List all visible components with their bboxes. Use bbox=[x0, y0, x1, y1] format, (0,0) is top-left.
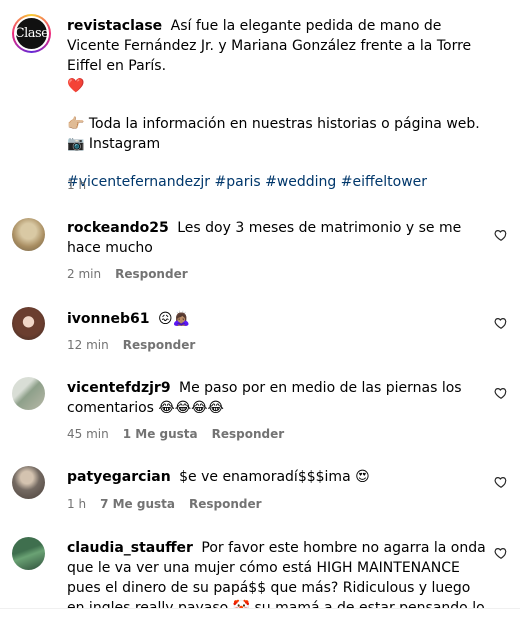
comment-list-bottom-edge bbox=[0, 608, 520, 621]
comment-time: 45 min bbox=[67, 427, 109, 441]
heart-outline-icon[interactable] bbox=[494, 228, 508, 242]
comment-time: 1 h bbox=[67, 497, 87, 511]
caption-heart: ❤️ bbox=[67, 78, 85, 94]
comment-meta: 12 min Responder bbox=[67, 338, 195, 352]
reply-button[interactable]: Responder bbox=[212, 427, 285, 441]
commenter-avatar[interactable] bbox=[12, 377, 45, 410]
comment-username[interactable]: ivonneb61 bbox=[67, 311, 149, 327]
avatar-ring: Clase bbox=[14, 16, 49, 51]
commenter-avatar[interactable] bbox=[12, 218, 45, 251]
comment-body: rockeando25 Les doy 3 meses de matrimoni… bbox=[67, 218, 490, 258]
heart-outline-icon[interactable] bbox=[494, 475, 508, 489]
comment-body: vicentefdzjr9 Me paso por en medio de la… bbox=[67, 378, 490, 418]
comment-username[interactable]: rockeando25 bbox=[67, 220, 169, 236]
post-author-username[interactable]: revistaclase bbox=[67, 18, 162, 34]
comment-time: 12 min bbox=[67, 338, 109, 352]
reply-button[interactable]: Responder bbox=[115, 267, 188, 281]
heart-outline-icon[interactable] bbox=[494, 316, 508, 330]
post-author-avatar[interactable]: Clase bbox=[12, 14, 51, 53]
comment-text: 😖🙇🏽‍♀️ bbox=[157, 311, 190, 327]
caption-spacer-2 bbox=[67, 154, 490, 172]
caption-info-line: 👉🏼 Toda la información en nuestras histo… bbox=[67, 116, 480, 132]
post-caption: revistaclase Así fue la elegante pedida … bbox=[67, 16, 490, 192]
caption-instagram-line: 📷 Instagram bbox=[67, 136, 161, 152]
commenter-avatar[interactable] bbox=[12, 466, 45, 499]
commenter-avatar[interactable] bbox=[12, 307, 45, 340]
heart-outline-icon[interactable] bbox=[494, 386, 508, 400]
avatar-logo: Clase bbox=[15, 18, 49, 49]
comment-username[interactable]: vicentefdzjr9 bbox=[67, 380, 171, 396]
post-time: 1 h bbox=[67, 178, 87, 192]
like-count[interactable]: 1 Me gusta bbox=[123, 427, 198, 441]
comment-body: ivonneb61 😖🙇🏽‍♀️ bbox=[67, 309, 490, 329]
comment-body: patyegarcian $e ve enamoradí$$$ima 😍 bbox=[67, 467, 490, 487]
reply-button[interactable]: Responder bbox=[189, 497, 262, 511]
heart-outline-icon[interactable] bbox=[494, 546, 508, 560]
comment-username[interactable]: patyegarcian bbox=[67, 469, 171, 485]
comment-text: $e ve enamoradí$$$ima 😍 bbox=[179, 469, 370, 485]
comment-body: claudia_stauffer Por favor este hombre n… bbox=[67, 538, 490, 608]
comment-username[interactable]: claudia_stauffer bbox=[67, 540, 193, 556]
comment-meta: 2 min Responder bbox=[67, 267, 188, 281]
comment-meta: 1 h 7 Me gusta Responder bbox=[67, 497, 262, 511]
comment-meta: 45 min 1 Me gusta Responder bbox=[67, 427, 284, 441]
reply-button[interactable]: Responder bbox=[123, 338, 196, 352]
post-meta: 1 h bbox=[67, 178, 86, 192]
caption-hashtags[interactable]: #vicentefernandezjr #paris #wedding #eif… bbox=[67, 172, 490, 192]
comment-time: 2 min bbox=[67, 267, 102, 281]
like-count[interactable]: 7 Me gusta bbox=[100, 497, 175, 511]
commenter-avatar[interactable] bbox=[12, 537, 45, 570]
